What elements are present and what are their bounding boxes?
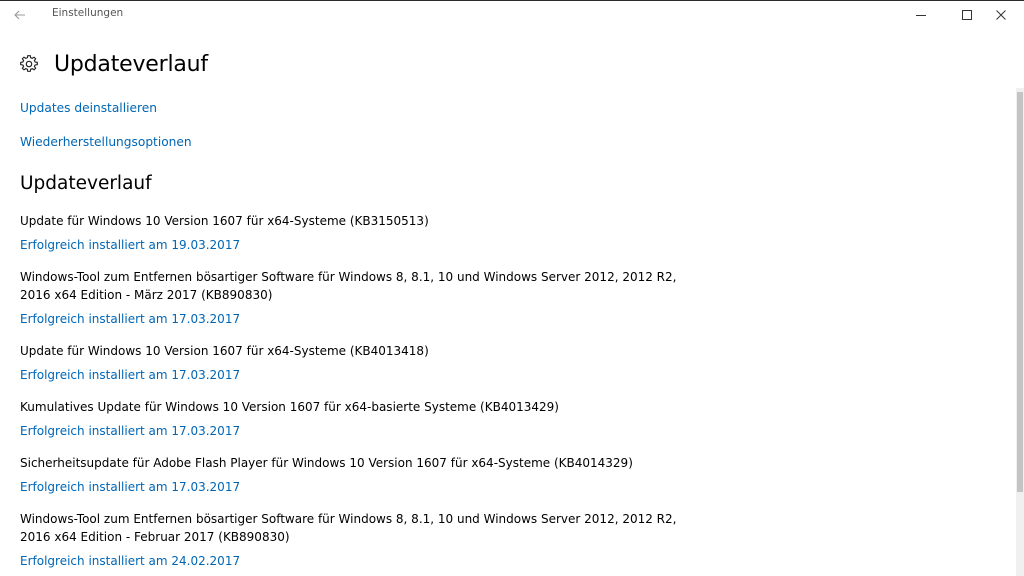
update-status-link[interactable]: Erfolgreich installiert am 17.03.2017 (20, 422, 700, 440)
update-status-link[interactable]: Erfolgreich installiert am 24.02.2017 (20, 552, 700, 570)
vertical-scrollbar[interactable] (1016, 88, 1024, 576)
list-item: Update für Windows 10 Version 1607 für x… (20, 212, 700, 254)
update-status-link[interactable]: Erfolgreich installiert am 17.03.2017 (20, 478, 700, 496)
list-item: Windows-Tool zum Entfernen bösartiger So… (20, 510, 700, 570)
back-button[interactable] (8, 3, 32, 27)
back-arrow-icon (14, 10, 25, 20)
update-status-link[interactable]: Erfolgreich installiert am 17.03.2017 (20, 310, 700, 328)
gear-icon (20, 55, 38, 72)
update-name: Update für Windows 10 Version 1607 für x… (20, 344, 429, 358)
title-bar: Einstellungen (0, 1, 1024, 29)
update-status-link[interactable]: Erfolgreich installiert am 19.03.2017 (20, 236, 700, 254)
update-name: Sicherheitsupdate für Adobe Flash Player… (20, 456, 633, 470)
maximize-icon (962, 10, 972, 20)
list-item: Windows-Tool zum Entfernen bösartiger So… (20, 268, 700, 328)
page-header: Updateverlauf (20, 48, 208, 80)
list-item: Update für Windows 10 Version 1607 für x… (20, 342, 700, 384)
list-item: Kumulatives Update für Windows 10 Versio… (20, 398, 700, 440)
scrollbar-thumb[interactable] (1017, 92, 1023, 492)
list-item: Sicherheitsupdate für Adobe Flash Player… (20, 454, 700, 496)
close-icon (996, 10, 1006, 20)
app-title: Einstellungen (52, 7, 124, 19)
page-title: Updateverlauf (54, 51, 208, 77)
uninstall-updates-link[interactable]: Updates deinstallieren (20, 101, 157, 115)
update-name: Windows-Tool zum Entfernen bösartiger So… (20, 270, 677, 302)
update-status-link[interactable]: Erfolgreich installiert am 17.03.2017 (20, 366, 700, 384)
update-name: Kumulatives Update für Windows 10 Versio… (20, 400, 559, 414)
minimize-icon (916, 15, 926, 16)
update-name: Windows-Tool zum Entfernen bösartiger So… (20, 512, 677, 544)
recovery-options-link[interactable]: Wiederherstellungsoptionen (20, 135, 192, 149)
settings-window: Einstellungen Updateverlauf Updates dein… (0, 0, 1024, 576)
update-name: Update für Windows 10 Version 1607 für x… (20, 214, 429, 228)
minimize-button[interactable] (898, 1, 944, 29)
section-title: Updateverlauf (20, 173, 152, 194)
update-history-list: Update für Windows 10 Version 1607 für x… (20, 212, 700, 576)
close-button[interactable] (978, 1, 1024, 29)
